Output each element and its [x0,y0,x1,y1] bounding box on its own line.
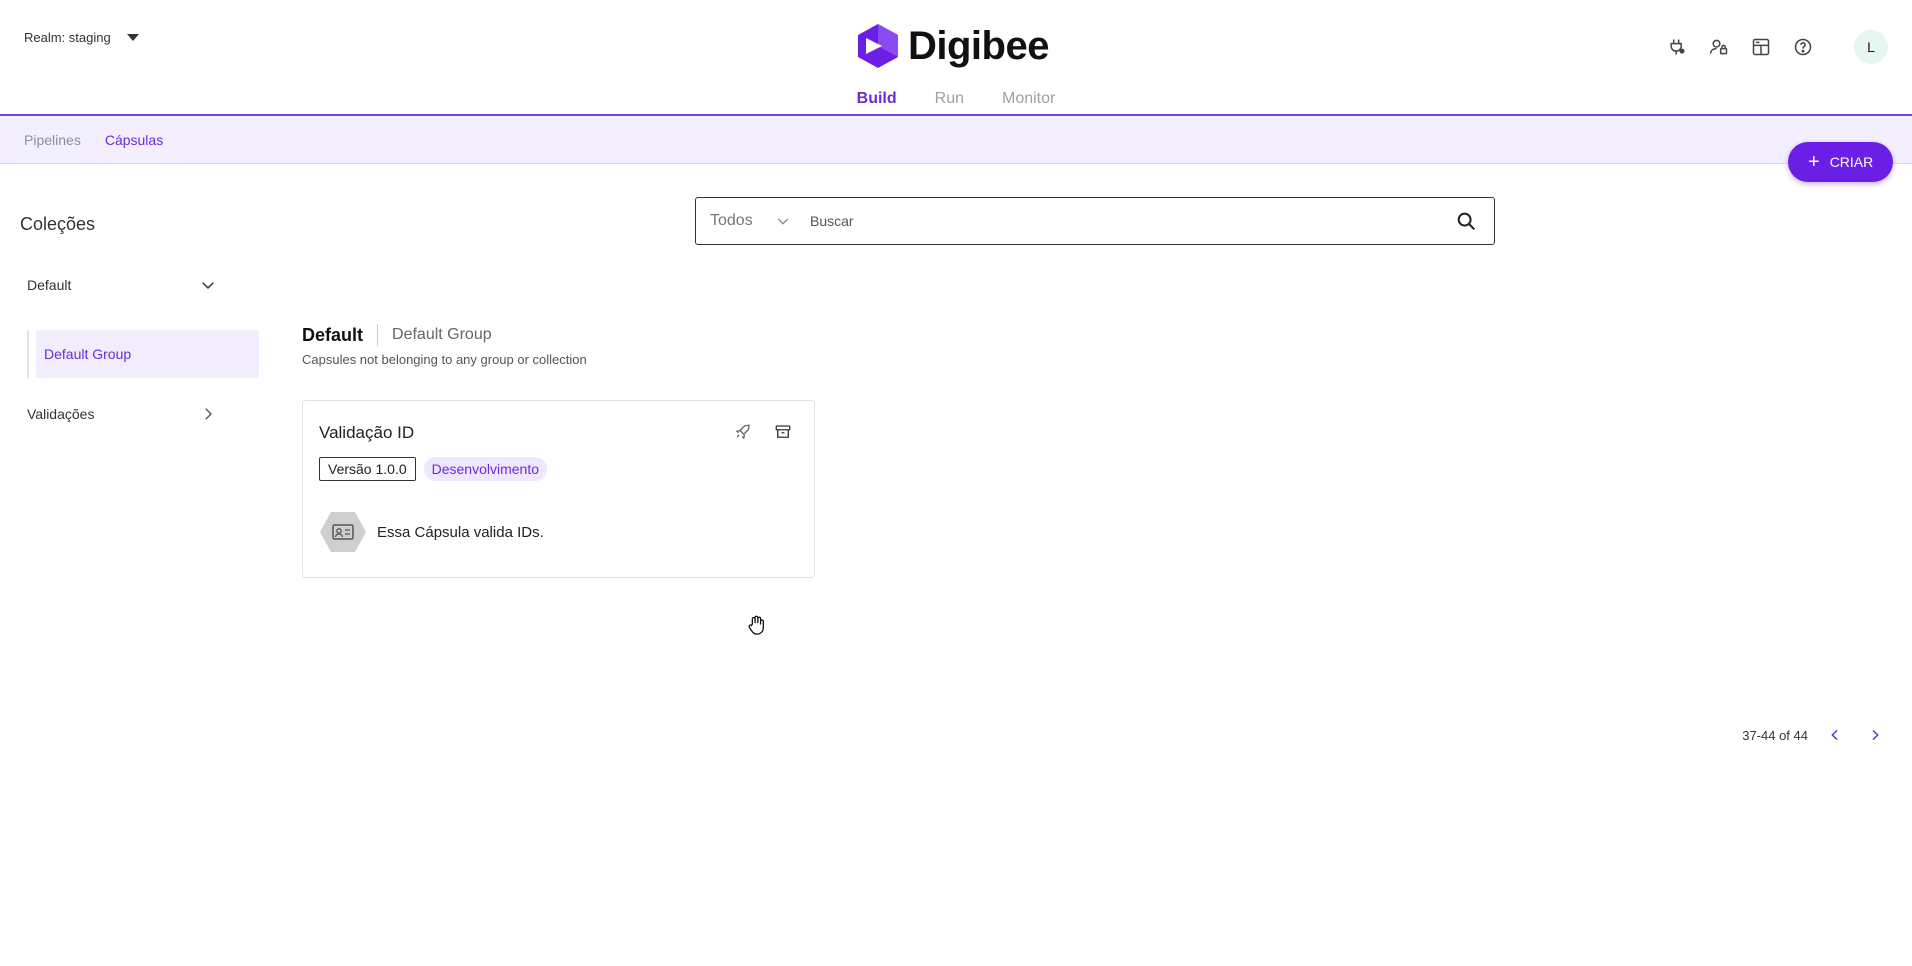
search-input[interactable] [796,213,1438,229]
user-lock-icon[interactable] [1708,36,1730,58]
collection-validacoes[interactable]: Validações [27,405,217,423]
status-badge: Desenvolvimento [423,457,548,481]
digibee-logo-icon [858,24,898,68]
chevron-right-icon[interactable] [199,405,217,423]
chevron-right-icon [1872,729,1879,741]
sidebar-title: Coleções [20,214,96,234]
archive-icon[interactable] [774,423,792,441]
capsule-actions [734,423,792,441]
version-badge: Versão 1.0.0 [319,457,416,481]
caret-down-icon [126,34,139,41]
tab-monitor[interactable]: Monitor [1002,90,1055,114]
group-item-default-group[interactable]: Default Group [36,330,259,378]
realm-selector[interactable]: Realm: staging [24,30,139,45]
group-title: Default Group [392,326,492,343]
plus-icon: + [1808,151,1820,173]
logo-text: Digibee [908,23,1049,68]
group-label: Default Group [44,346,132,362]
filter-select-value: Todos [710,212,753,229]
chevron-down-icon [777,218,788,225]
plug-icon[interactable] [1666,36,1688,58]
group-indent-line [27,330,29,378]
pagination-range: 37-44 of 44 [1742,727,1808,743]
chevron-down-icon[interactable] [199,276,217,294]
search-bar: Todos [695,197,1495,245]
chevron-left-icon [1831,729,1838,741]
create-button-label: CRIAR [1829,154,1874,170]
capsule-description: Essa Cápsula valida IDs. [377,523,544,541]
capsule-footer: Essa Cápsula valida IDs. [319,511,544,553]
collection-default[interactable]: Default [27,276,217,294]
divider [377,324,379,346]
digibee-logo[interactable]: Digibee [856,22,1049,70]
tab-build[interactable]: Build [857,90,897,114]
pagination: 37-44 of 44 [1742,722,1888,748]
collection-label: Validações [27,406,95,422]
search-button[interactable] [1438,210,1494,232]
tab-run[interactable]: Run [935,90,964,114]
realm-label: Realm: staging [24,30,111,45]
user-avatar[interactable]: L [1854,30,1888,64]
content-header: Default Default Group [302,324,492,346]
header-actions: L [1666,30,1888,64]
filter-select[interactable]: Todos [696,212,796,230]
content-description: Capsules not belonging to any group or c… [302,352,587,367]
next-page-button[interactable] [1862,722,1888,748]
subnav-capsulas[interactable]: Cápsulas [105,132,163,148]
capsule-title: Validação ID [319,423,415,442]
capsule-card[interactable]: Validação ID Versão 1.0.0 Desenvolviment… [302,400,815,578]
search-icon [1457,212,1475,230]
dashboard-icon[interactable] [1750,36,1772,58]
collections-sidebar: Coleções Default Default Group Validaçõe… [0,164,270,966]
capsule-badges: Versão 1.0.0 Desenvolvimento [319,457,548,481]
sub-navigation: Pipelines Cápsulas [0,116,1912,164]
hand-cursor-icon [748,615,764,635]
help-icon[interactable] [1792,36,1814,58]
subnav-pipelines[interactable]: Pipelines [24,132,81,148]
main-tabs: Build Run Monitor [0,90,1912,114]
previous-page-button[interactable] [1822,722,1848,748]
create-button[interactable]: + CRIAR [1788,142,1894,182]
id-card-icon [320,512,366,552]
collection-title: Default [302,324,364,345]
app-header: Realm: staging Digibee L Build Run Monit… [0,0,1912,116]
collection-label: Default [27,277,72,293]
rocket-icon[interactable] [734,423,752,441]
